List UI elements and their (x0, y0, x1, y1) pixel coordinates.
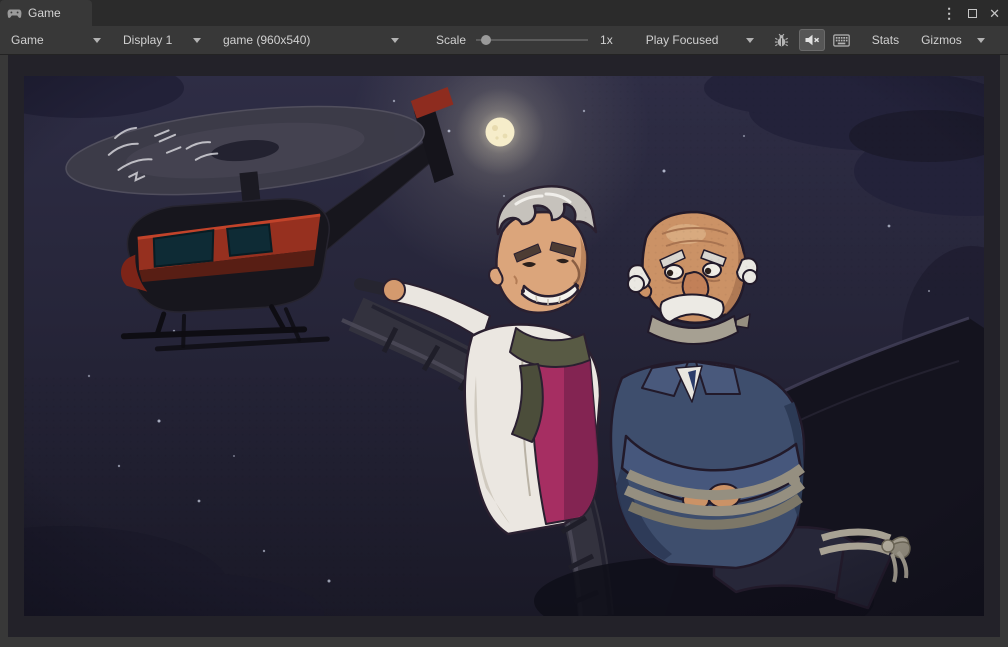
debug-button[interactable] (769, 29, 795, 51)
scale-control: Scale 1x (436, 33, 613, 47)
play-mode-label: Play Focused (645, 33, 719, 47)
window-controls: ⋮ ✕ (942, 0, 1000, 26)
vignette (24, 76, 984, 616)
scale-label: Scale (436, 33, 467, 47)
resolution-dropdown[interactable]: game (960x540) (216, 30, 406, 51)
tab-game-label: Game (28, 6, 61, 20)
scale-value: 1x (600, 33, 613, 47)
unity-game-window: Game ⋮ ✕ Game Display 1 game (960x540) S… (0, 0, 1008, 647)
scale-slider-knob[interactable] (481, 35, 492, 45)
speaker-muted-icon (805, 34, 819, 46)
game-area (0, 55, 1008, 647)
maximize-icon (968, 8, 978, 18)
display-dropdown-label: Display 1 (123, 33, 173, 47)
display-dropdown[interactable]: Display 1 (116, 30, 208, 51)
game-view-toolbar: Game Display 1 game (960x540) Scale 1x P… (0, 26, 1008, 55)
keyboard-icon (833, 33, 851, 47)
tab-strip: Game ⋮ ✕ (0, 0, 1008, 26)
chevron-down-icon (391, 37, 399, 43)
play-mode-dropdown[interactable]: Play Focused (639, 30, 761, 51)
game-scene-illustration (24, 76, 984, 616)
game-menu-dropdown[interactable]: Game (4, 30, 108, 51)
keyboard-button[interactable] (829, 29, 855, 51)
tab-game[interactable]: Game (0, 0, 92, 26)
mute-audio-button[interactable] (798, 29, 825, 51)
gizmos-label: Gizmos (921, 33, 962, 47)
resolution-dropdown-label: game (960x540) (223, 33, 311, 47)
stats-button[interactable]: Stats (863, 30, 908, 51)
bug-icon (775, 33, 789, 46)
game-viewport-surround (8, 55, 1000, 637)
chevron-down-icon (93, 37, 101, 43)
maximize-button[interactable] (968, 7, 978, 20)
game-menu-label: Game (11, 33, 44, 47)
window-menu-button[interactable]: ⋮ (942, 6, 956, 20)
chevron-down-icon (745, 37, 754, 43)
close-button[interactable]: ✕ (989, 7, 1000, 20)
chevron-down-icon (193, 37, 201, 43)
gamepad-icon (7, 8, 22, 19)
gizmos-dropdown[interactable]: Gizmos (914, 30, 992, 51)
scale-slider[interactable] (476, 34, 589, 46)
chevron-down-icon (977, 37, 986, 43)
game-viewport[interactable] (24, 76, 984, 616)
scale-slider-track (476, 39, 589, 41)
